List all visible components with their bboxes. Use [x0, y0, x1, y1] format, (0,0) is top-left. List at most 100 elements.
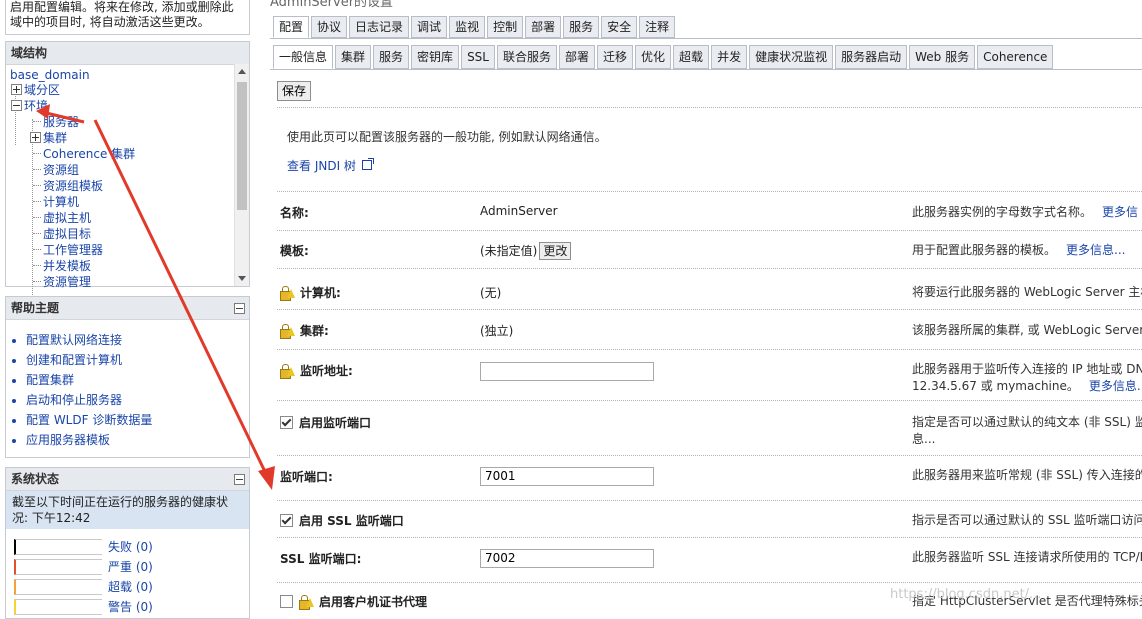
field-value: (未指定值) 更改 [480, 242, 572, 260]
scroll-up-icon[interactable] [238, 69, 246, 74]
listen-port-input[interactable] [480, 467, 654, 486]
tab-debug[interactable]: 调试 [411, 16, 448, 38]
subtab-keystores[interactable]: 密钥库 [411, 45, 460, 69]
field-label-text: 启用监听端口 [299, 416, 372, 430]
field-label-text: 计算机: [300, 286, 341, 300]
tab-logging[interactable]: 日志记录 [349, 16, 410, 38]
more-info-link[interactable]: 更多信息... [1089, 379, 1142, 393]
health-bar [14, 559, 102, 575]
health-link-failed[interactable]: 失败 (0) [108, 539, 153, 555]
minimize-icon[interactable] [234, 303, 245, 314]
left-column: 启用配置编辑。将来在修改, 添加或删除此 域中的项目时, 将自动激活这些更改。 … [0, 0, 252, 619]
tree-item-environment[interactable]: 环境 [11, 98, 48, 114]
tree-item-resource-groups[interactable]: 资源组 [33, 162, 79, 178]
field-help: 此服务器监听 SSL 连接请求所使用的 TCP/IP [912, 550, 1142, 564]
save-button[interactable]: 保存 [277, 81, 312, 101]
more-info-link[interactable]: 更多信息... [1066, 243, 1125, 257]
tree-item-resource-group-templates[interactable]: 资源组模板 [33, 178, 103, 194]
subtab-coherence[interactable]: Coherence [977, 45, 1054, 69]
tree-item-label: 环境 [24, 99, 49, 113]
ssl-enabled-checkbox[interactable] [280, 514, 293, 527]
help-topics-list: 配置默认网络连接 创建和配置计算机 配置集群 启动和停止服务器 配置 WLDF … [6, 320, 249, 450]
help-link-clusters[interactable]: 配置集群 [26, 370, 249, 390]
tab-services[interactable]: 服务 [563, 16, 600, 38]
help-text-2: 12.34.5.67 或 mymachine。 [912, 379, 1079, 393]
tab-security[interactable]: 安全 [601, 16, 638, 38]
field-help: 将要运行此服务器的 WebLogic Server 主机 [912, 285, 1142, 299]
help-link-network[interactable]: 配置默认网络连接 [26, 330, 249, 350]
tree-item-clusters[interactable]: 集群 [30, 130, 67, 146]
subtab-cluster[interactable]: 集群 [335, 45, 372, 69]
help-text: 用于配置此服务器的模板。 [912, 243, 1057, 257]
health-link-warning[interactable]: 警告 (0) [108, 599, 153, 615]
subtab-ssl[interactable]: SSL [461, 45, 495, 69]
subtab-health-monitoring[interactable]: 健康状况监视 [749, 45, 834, 69]
help-link-start-stop[interactable]: 启动和停止服务器 [26, 390, 249, 410]
tree-scrollbar[interactable] [234, 64, 249, 286]
subtab-federation[interactable]: 联合服务 [496, 45, 557, 69]
system-status-panel: 系统状态 截至以下时间正在运行的服务器的健康状况: 下午12:42 失败 (0)… [5, 467, 250, 619]
subtab-web-services[interactable]: Web 服务 [909, 45, 976, 69]
scroll-thumb[interactable] [237, 82, 247, 210]
expand-plus-icon[interactable] [11, 84, 22, 95]
field-value: (无) [480, 286, 502, 300]
client-cert-proxy-checkbox[interactable] [280, 595, 293, 608]
help-link-server-templates[interactable]: 应用服务器模板 [26, 430, 249, 450]
subtab-concurrency[interactable]: 并发 [711, 45, 748, 69]
ssl-port-input[interactable] [480, 549, 654, 568]
health-link-overloaded[interactable]: 超载 (0) [108, 579, 153, 595]
lock-warning-icon [280, 324, 296, 339]
jndi-link-text: 查看 JNDI 树 [287, 159, 356, 173]
tab-configuration[interactable]: 配置 [273, 16, 310, 38]
tree-item-partitions[interactable]: 域分区 [11, 82, 60, 98]
more-info-link[interactable]: 更多信 [1102, 205, 1138, 219]
expand-plus-icon[interactable] [30, 132, 41, 143]
subtab-general[interactable]: 一般信息 [273, 45, 334, 69]
tree-item-base-domain[interactable]: base_domain [10, 67, 90, 83]
sub-tabs: 一般信息 集群 服务 密钥库 SSL 联合服务 部署 迁移 优化 超载 并发 健… [273, 45, 1055, 69]
tab-deployments[interactable]: 部署 [525, 16, 562, 38]
help-link-machines[interactable]: 创建和配置计算机 [26, 350, 249, 370]
minimize-icon[interactable] [234, 474, 245, 485]
tree-item-virtual-targets[interactable]: 虚拟目标 [33, 226, 91, 242]
tree-root-label: base_domain [10, 68, 90, 82]
help-link-wldf[interactable]: 配置 WLDF 诊断数据量 [26, 410, 249, 430]
field-label: 启用监听端口 [280, 414, 371, 431]
external-link-icon [361, 158, 374, 170]
field-label: 监听地址: [280, 362, 353, 379]
health-row-failed: 失败 (0) [6, 537, 249, 557]
help-text-2[interactable]: 息... [912, 431, 1142, 448]
subtab-overload[interactable]: 超载 [673, 45, 710, 69]
field-label: 计算机: [280, 284, 341, 301]
tab-protocols[interactable]: 协议 [311, 16, 348, 38]
tree-item-servers[interactable]: 服务器 [33, 114, 79, 130]
view-jndi-tree-link[interactable]: 查看 JNDI 树 [287, 157, 374, 174]
field-value: (独立) [480, 324, 514, 338]
tree-item-coherence-clusters[interactable]: Coherence 集群 [33, 146, 135, 162]
collapse-minus-icon[interactable] [11, 100, 22, 111]
tab-control[interactable]: 控制 [487, 16, 524, 38]
subtab-migration[interactable]: 迁移 [597, 45, 634, 69]
health-status-message: 截至以下时间正在运行的服务器的健康状况: 下午12:42 [6, 491, 249, 529]
tree-item-label: 虚拟主机 [43, 211, 92, 225]
health-bar [14, 579, 102, 595]
tree-item-label: 域分区 [24, 83, 61, 97]
tree-item-concurrent-templates[interactable]: 并发模板 [33, 258, 91, 274]
listen-port-enabled-checkbox[interactable] [280, 416, 293, 429]
subtab-deployment[interactable]: 部署 [559, 45, 596, 69]
tree-item-virtual-hosts[interactable]: 虚拟主机 [33, 210, 91, 226]
help-text: 指定是否可以通过默认的纯文本 (非 SSL) 监 [912, 415, 1142, 429]
subtab-tuning[interactable]: 优化 [635, 45, 672, 69]
tab-monitoring[interactable]: 监视 [449, 16, 486, 38]
tree-item-work-managers[interactable]: 工作管理器 [33, 242, 103, 258]
change-template-button[interactable]: 更改 [539, 242, 572, 260]
tab-notes[interactable]: 注释 [639, 16, 676, 38]
tree-item-machines[interactable]: 计算机 [33, 194, 79, 210]
subtab-services[interactable]: 服务 [373, 45, 410, 69]
health-link-critical[interactable]: 严重 (0) [108, 559, 153, 575]
tree-item-resource-management[interactable]: 资源管理 [33, 274, 91, 290]
listen-address-input[interactable] [480, 362, 654, 381]
subtab-server-start[interactable]: 服务器启动 [835, 45, 908, 69]
field-label: 模板: [280, 244, 309, 258]
scroll-down-icon[interactable] [238, 276, 246, 281]
